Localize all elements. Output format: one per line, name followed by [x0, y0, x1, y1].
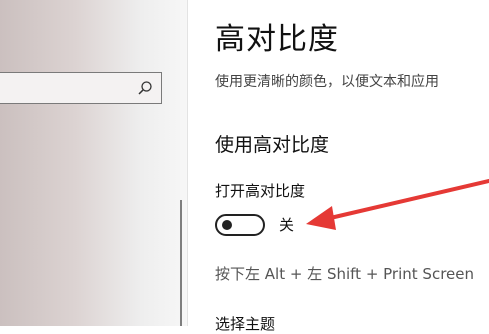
- search-input[interactable]: [0, 72, 162, 104]
- high-contrast-toggle-label: 打开高对比度: [215, 182, 306, 200]
- toggle-state-text: 关: [279, 216, 295, 234]
- page-title: 高对比度: [215, 22, 339, 57]
- search-icon[interactable]: [137, 80, 153, 96]
- choose-theme-label: 选择主题: [215, 315, 276, 333]
- toggle-knob: [222, 220, 232, 230]
- high-contrast-toggle[interactable]: [215, 214, 265, 236]
- sidebar-scrollbar[interactable]: [180, 200, 182, 326]
- section-heading: 使用高对比度: [215, 134, 330, 156]
- page-description: 使用更清晰的颜色，以便文本和应用: [215, 74, 439, 90]
- shortcut-text: 按下左 Alt + 左 Shift + Print Screen: [215, 265, 474, 283]
- main-content: 高对比度 使用更清晰的颜色，以便文本和应用 使用高对比度 打开高对比度 关 按下…: [215, 0, 489, 333]
- settings-sidebar: [0, 0, 188, 326]
